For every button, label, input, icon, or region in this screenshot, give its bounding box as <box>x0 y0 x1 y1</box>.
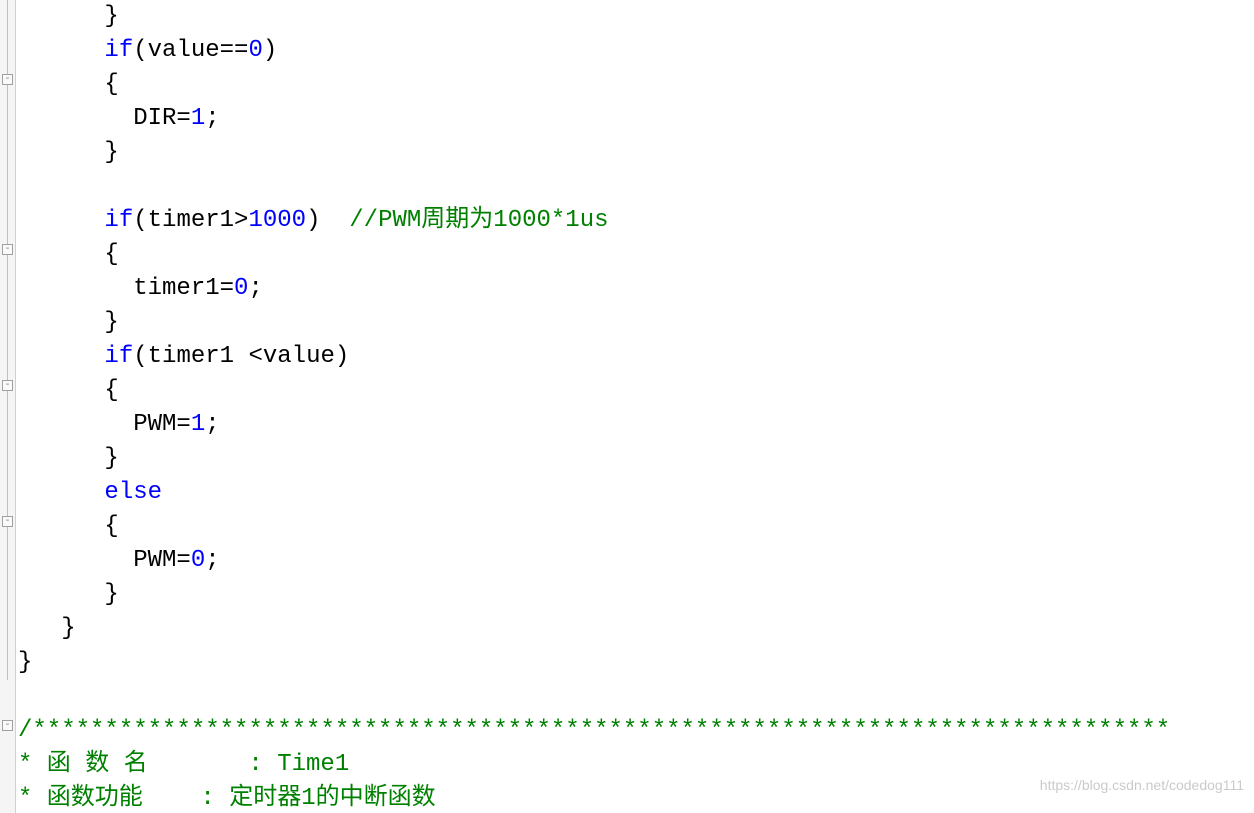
fold-gutter: - - - - - <box>0 0 16 813</box>
code-line[interactable]: else <box>18 476 1254 510</box>
code-line[interactable]: { <box>18 374 1254 408</box>
fold-guide-line <box>7 0 8 680</box>
code-line[interactable] <box>18 680 1254 714</box>
code-line[interactable]: /***************************************… <box>18 714 1254 748</box>
code-line[interactable] <box>18 170 1254 204</box>
code-line[interactable]: if(timer1>1000) //PWM周期为1000*1us <box>18 204 1254 238</box>
code-line[interactable]: if(value==0) <box>18 34 1254 68</box>
code-line[interactable]: DIR=1; <box>18 102 1254 136</box>
code-line[interactable]: } <box>18 646 1254 680</box>
code-line[interactable]: } <box>18 578 1254 612</box>
code-line[interactable]: PWM=1; <box>18 408 1254 442</box>
code-line[interactable]: if(timer1 <value) <box>18 340 1254 374</box>
fold-toggle-icon[interactable]: - <box>2 74 13 85</box>
code-line[interactable]: } <box>18 442 1254 476</box>
code-line[interactable]: timer1=0; <box>18 272 1254 306</box>
code-line[interactable]: } <box>18 0 1254 34</box>
code-line[interactable]: * 函 数 名 : Time1 <box>18 748 1254 782</box>
code-line[interactable]: { <box>18 238 1254 272</box>
fold-toggle-icon[interactable]: - <box>2 244 13 255</box>
code-line[interactable]: { <box>18 510 1254 544</box>
code-line[interactable]: } <box>18 612 1254 646</box>
code-line[interactable]: } <box>18 136 1254 170</box>
code-line[interactable]: { <box>18 68 1254 102</box>
code-line[interactable]: PWM=0; <box>18 544 1254 578</box>
fold-toggle-icon[interactable]: - <box>2 720 13 731</box>
code-line[interactable]: } <box>18 306 1254 340</box>
fold-toggle-icon[interactable]: - <box>2 380 13 391</box>
code-line[interactable]: * 函数功能 : 定时器1的中断函数 <box>18 782 1254 813</box>
code-editor[interactable]: } if(value==0) { DIR=1; } if(timer1>1000… <box>16 0 1254 813</box>
fold-toggle-icon[interactable]: - <box>2 516 13 527</box>
